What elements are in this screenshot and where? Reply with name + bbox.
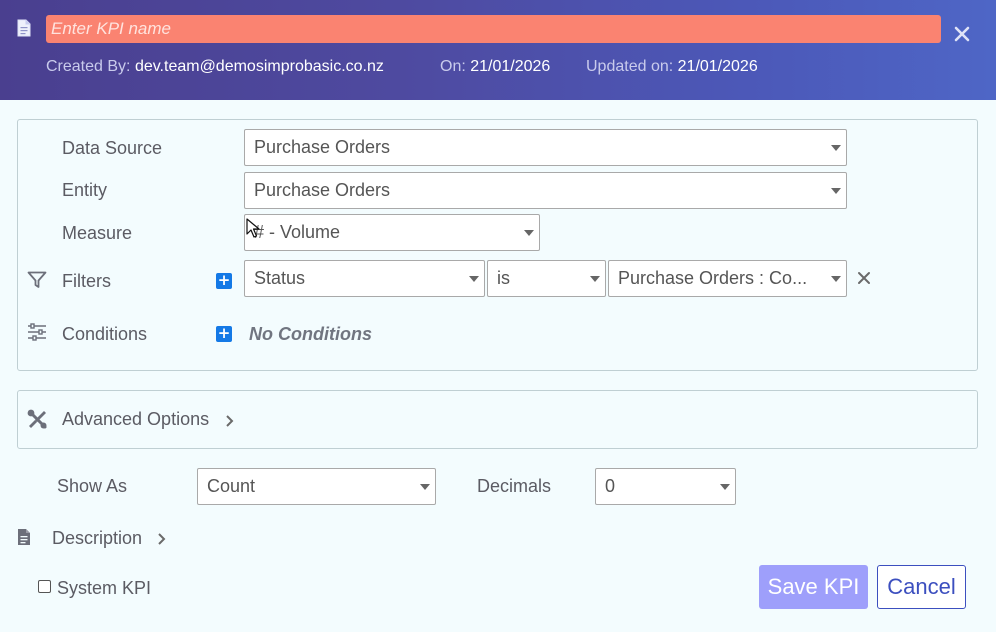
chevron-right-icon [158,533,166,545]
entity-label: Entity [62,180,108,200]
chevron-down-icon [831,188,841,194]
conditions-label: Conditions [62,324,148,344]
filters-label: Filters [62,271,111,291]
add-filter-button[interactable]: + [216,273,232,289]
filter-value-select[interactable]: Purchase Orders : Co... [608,260,847,297]
data-source-value: Purchase Orders [254,137,391,157]
measure-value: # - Volume [254,222,341,242]
sliders-icon [28,323,46,341]
chevron-down-icon [524,230,534,236]
chevron-down-icon [590,276,600,282]
filter-icon [27,271,47,288]
document-icon [17,19,31,37]
show-as-value: Count [207,476,256,496]
created-by: Created By: dev.team@demosimprobasic.co.… [46,58,384,76]
decimals-value: 0 [605,476,616,496]
tools-icon [27,409,47,429]
file-text-icon [18,529,30,545]
chevron-down-icon [831,145,841,151]
chevron-right-icon [226,415,234,427]
description-label: Description [52,528,143,548]
show-as-select[interactable]: Count [197,468,436,505]
cancel-button[interactable]: Cancel [877,565,966,609]
close-icon[interactable] [953,25,971,43]
chevron-down-icon [720,484,730,490]
decimals-select[interactable]: 0 [595,468,736,505]
filter-field-select[interactable]: Status [244,260,485,297]
no-conditions-text: No Conditions [249,324,372,344]
save-kpi-button[interactable]: Save KPI [759,565,868,609]
system-kpi-checkbox[interactable] [38,580,51,593]
created-on-value: 21/01/2026 [470,58,551,75]
mouse-cursor-icon [246,218,260,238]
data-source-select[interactable]: Purchase Orders [244,129,847,166]
advanced-options-label: Advanced Options [62,409,210,429]
created-by-label: Created By: [46,58,131,75]
filter-operator-value: is [497,268,510,288]
updated-on-value: 21/01/2026 [677,58,758,75]
description-toggle[interactable]: Description [14,524,184,552]
created-on-label: On: [440,58,466,75]
created-on: On: 21/01/2026 [440,58,550,76]
data-source-label: Data Source [62,138,163,158]
remove-filter-icon[interactable] [857,271,871,285]
chevron-down-icon [469,276,479,282]
updated-on: Updated on: 21/01/2026 [586,58,758,76]
system-kpi-label: System KPI [57,578,152,598]
kpi-header: Created By: dev.team@demosimprobasic.co.… [0,0,996,100]
chevron-down-icon [420,484,430,490]
entity-value: Purchase Orders [254,180,391,200]
kpi-definition-panel: Data Source Purchase Orders Entity Purch… [17,119,978,371]
show-as-label: Show As [57,476,128,496]
updated-on-label: Updated on: [586,58,674,75]
decimals-label: Decimals [477,476,552,496]
entity-select[interactable]: Purchase Orders [244,172,847,209]
chevron-down-icon [831,276,841,282]
add-condition-button[interactable]: + [216,326,232,342]
advanced-options-toggle[interactable]: Advanced Options [17,390,978,449]
filter-field-value: Status [254,268,306,288]
measure-select[interactable]: # - Volume [244,214,540,251]
measure-label: Measure [62,223,133,243]
filter-operator-select[interactable]: is [487,260,606,297]
created-by-value: dev.team@demosimprobasic.co.nz [134,58,384,75]
filter-value-value: Purchase Orders : Co... [618,268,808,288]
kpi-name-input[interactable] [46,15,941,43]
